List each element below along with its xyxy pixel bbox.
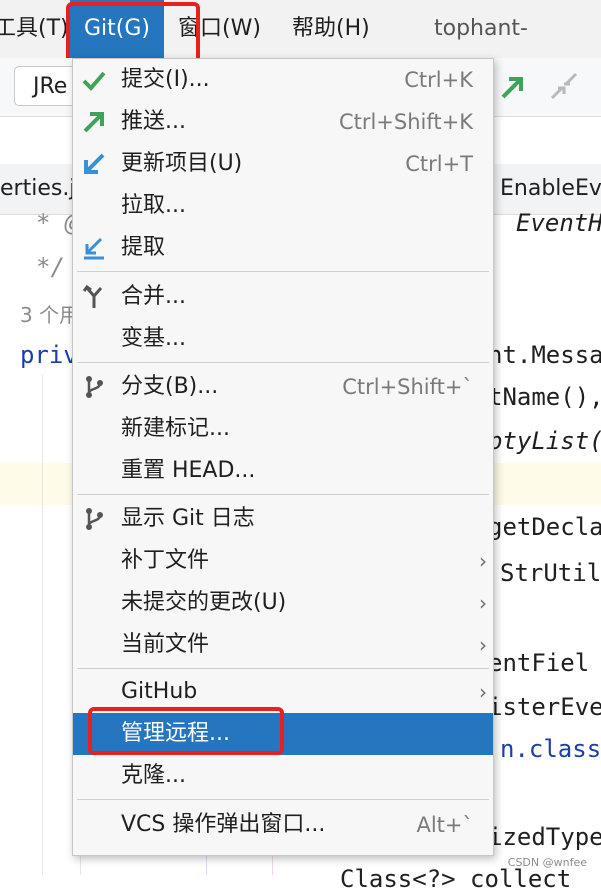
menu-item-label: 显示 Git 日志	[121, 506, 255, 531]
update-arrow-icon	[84, 153, 105, 174]
check-icon	[82, 71, 106, 91]
code-line: Class<?> collect	[340, 865, 572, 893]
project-title: tophant-engine	[434, 16, 528, 99]
menu-item-reset-head[interactable]: 重置 HEAD...	[73, 450, 493, 492]
shortcut-label: Ctrl+Shift+`	[342, 375, 473, 399]
menu-item-label: 更新项目(U)	[121, 151, 243, 176]
menu-separator	[77, 494, 489, 495]
menu-item-label: 合并...	[121, 284, 186, 309]
shortcut-label: Alt+`	[416, 813, 473, 837]
menu-help[interactable]: 帮助(H)	[292, 0, 370, 58]
menu-item-update-project[interactable]: 更新项目(U) Ctrl+T	[73, 143, 493, 185]
code-line: */	[36, 253, 65, 281]
chevron-right-icon: ›	[479, 549, 487, 573]
code-line: entFiel	[488, 649, 590, 677]
menu-item-patch[interactable]: 补丁文件 ›	[73, 540, 493, 582]
menu-item-commit[interactable]: 提交(I)... Ctrl+K	[73, 59, 493, 101]
menu-item-rebase[interactable]: 变基...	[73, 318, 493, 360]
watermark: CSDN @wnfee	[507, 856, 587, 869]
menu-item-clone[interactable]: 克隆...	[73, 755, 493, 797]
menu-item-vcs-popup[interactable]: VCS 操作弹出窗口... Alt+`	[73, 804, 493, 846]
tab-enable-event[interactable]: EnableEv	[500, 164, 601, 214]
code-line: getDecla	[488, 513, 601, 541]
menu-item-merge[interactable]: 合并...	[73, 276, 493, 318]
menu-item-uncommitted-changes[interactable]: 未提交的更改(U) ›	[73, 582, 493, 624]
menu-item-pull[interactable]: 拉取...	[73, 185, 493, 227]
menu-item-label: VCS 操作弹出窗口...	[121, 812, 326, 837]
menu-item-label: 推送...	[121, 109, 186, 134]
code-line: isterEve	[488, 693, 601, 721]
menu-item-label: 新建标记...	[121, 416, 230, 441]
usage-hint: 3 个用	[20, 303, 80, 327]
compare-toolbar-icon[interactable]	[548, 72, 580, 102]
menu-item-label: 当前文件	[121, 632, 210, 657]
menu-item-label: 变基...	[121, 326, 186, 351]
menu-item-label: 提取	[121, 235, 166, 260]
code-line: EventH	[516, 209, 601, 237]
menu-item-show-git-log[interactable]: 显示 Git 日志	[73, 498, 493, 540]
menu-item-push[interactable]: 推送... Ctrl+Shift+K	[73, 101, 493, 143]
menu-separator	[77, 799, 489, 800]
menu-separator	[77, 271, 489, 272]
menu-item-label: 克隆...	[121, 763, 186, 788]
menu-item-label: 重置 HEAD...	[121, 458, 256, 483]
git-log-icon	[86, 508, 103, 530]
highlight-box-manage-remotes	[88, 707, 284, 755]
code-line: tName(),	[488, 383, 601, 411]
menu-item-fetch[interactable]: 提取	[73, 227, 493, 269]
code-line: nt.Messa	[488, 341, 601, 369]
menu-item-label: 提交(I)...	[121, 67, 210, 92]
push-toolbar-icon[interactable]	[498, 72, 528, 102]
menu-item-current-file[interactable]: 当前文件 ›	[73, 624, 493, 666]
code-line: StrUtil	[500, 559, 601, 587]
branch-icon	[86, 376, 103, 398]
indent-guide	[42, 375, 43, 875]
chevron-right-icon: ›	[479, 591, 487, 615]
code-line: n.class	[500, 735, 601, 763]
menu-item-label: 补丁文件	[121, 548, 210, 573]
menu-item-new-tag[interactable]: 新建标记...	[73, 408, 493, 450]
menu-item-branches[interactable]: 分支(B)... Ctrl+Shift+`	[73, 366, 493, 408]
menu-item-label: 分支(B)...	[121, 374, 219, 399]
chevron-right-icon: ›	[479, 680, 487, 704]
code-line: ptyList(	[488, 427, 601, 455]
menu-tools[interactable]: 工具(T)	[0, 0, 69, 58]
chevron-right-icon: ›	[479, 633, 487, 657]
push-arrow-icon	[83, 112, 104, 133]
menu-item-label: 拉取...	[121, 193, 186, 218]
menu-separator	[77, 362, 489, 363]
menu-item-label: 未提交的更改(U)	[121, 590, 287, 615]
code-line: priv	[20, 341, 78, 369]
shortcut-label: Ctrl+T	[405, 152, 473, 176]
shortcut-label: Ctrl+Shift+K	[338, 110, 473, 134]
code-line: izedType	[488, 823, 601, 851]
merge-icon	[82, 284, 103, 308]
fetch-icon	[84, 237, 104, 260]
menu-separator	[77, 668, 489, 669]
shortcut-label: Ctrl+K	[404, 68, 473, 92]
